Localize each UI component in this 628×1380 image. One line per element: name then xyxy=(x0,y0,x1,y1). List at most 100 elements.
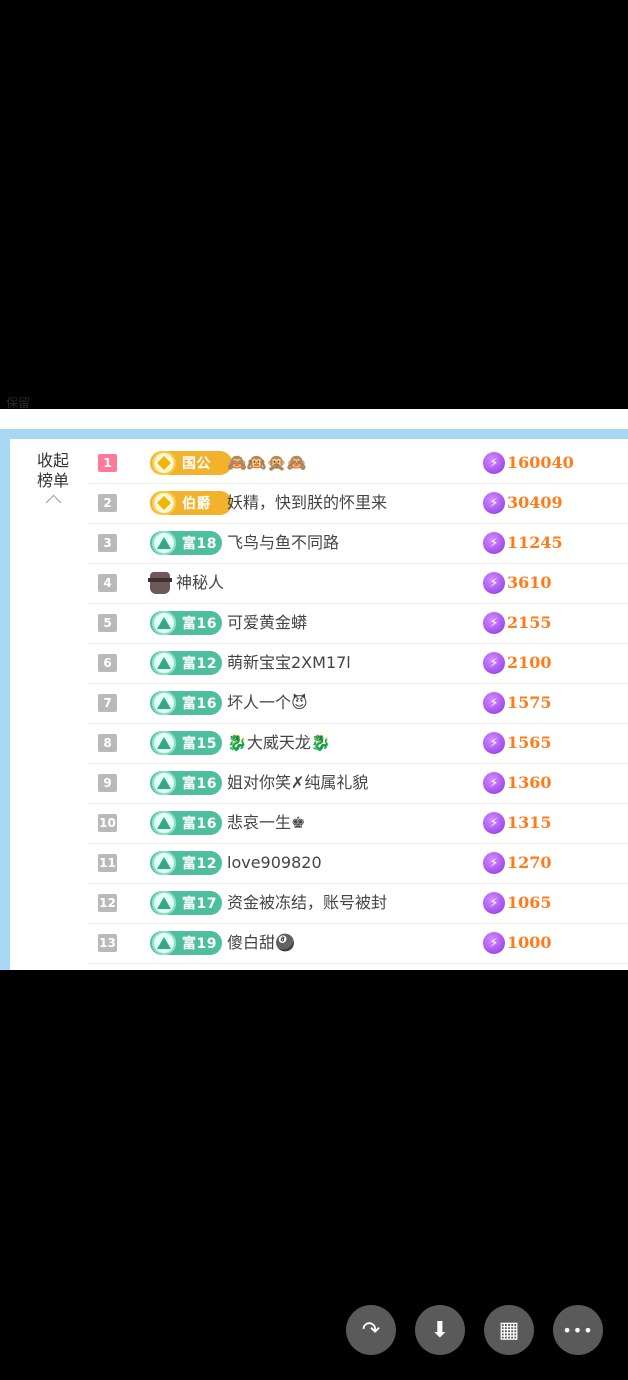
leaderboard-row[interactable]: 1 国公 🙈🙉🙊🙈 160040 xyxy=(88,443,628,484)
collapse-label-line1: 收起 xyxy=(36,451,69,470)
user-name: 坏人一个😈 xyxy=(227,693,308,712)
leaderboard-row[interactable]: 2 伯爵妖精，快到朕的怀里来 30409 xyxy=(88,483,628,524)
rank-badge: 12 xyxy=(98,894,117,912)
level-badge: 富16 xyxy=(150,771,222,795)
level-badge: 富12 xyxy=(150,851,222,875)
level-badge-label: 富17 xyxy=(182,896,217,912)
level-badge-label: 富16 xyxy=(182,616,217,632)
level-badge-label: 富16 xyxy=(182,696,217,712)
score-value: 1360 xyxy=(507,773,552,792)
level-badge: 富16 xyxy=(150,811,222,835)
user-name: 神秘人 xyxy=(176,573,225,592)
leaderboard-row[interactable]: 9 富16 姐对你笑✗纯属礼貌 1360 xyxy=(88,763,628,804)
level-badge: 富12 xyxy=(150,651,222,675)
rank-badge: 5 xyxy=(98,614,117,632)
score-value: 2155 xyxy=(507,613,552,632)
triangle-icon xyxy=(152,891,176,915)
level-badge-label: 富16 xyxy=(182,816,217,832)
diamond-icon xyxy=(152,491,176,515)
rank-badge: 13 xyxy=(98,934,117,952)
energy-icon xyxy=(483,612,505,634)
grid-button[interactable]: ▦ xyxy=(484,1305,534,1355)
level-badge-label: 富16 xyxy=(182,776,217,792)
triangle-icon xyxy=(152,531,176,555)
user-name: 傻白甜🎱 xyxy=(227,933,295,952)
score-value: 1000 xyxy=(507,933,552,952)
level-badge-label: 国公 xyxy=(182,456,211,472)
level-badge: 富17 xyxy=(150,891,222,915)
share-icon: ↷ xyxy=(361,1317,381,1343)
rank-badge: 2 xyxy=(98,494,117,512)
score-value: 30409 xyxy=(507,493,563,512)
energy-icon xyxy=(483,492,505,514)
panel-top-border xyxy=(0,429,628,439)
leaderboard-panel: 收起 榜单 1 国公 🙈🙉🙊🙈 160040 2 伯爵妖精，快到朕的怀里来 30409 3 富1… xyxy=(0,409,628,970)
user-name: 🐉大威天龙🐉 xyxy=(227,733,331,752)
rank-badge: 1 xyxy=(98,454,117,472)
level-badge: 富16 xyxy=(150,611,222,635)
level-badge-label: 富18 xyxy=(182,536,217,552)
level-badge-label: 富19 xyxy=(182,936,217,952)
energy-icon xyxy=(483,732,505,754)
leaderboard-row[interactable]: 4 神秘人 3610 xyxy=(88,563,628,604)
score-value: 1565 xyxy=(507,733,552,752)
energy-icon xyxy=(483,692,505,714)
rank-badge: 9 xyxy=(98,774,117,792)
triangle-icon xyxy=(152,611,176,635)
triangle-icon xyxy=(152,931,176,955)
score-value: 2100 xyxy=(507,653,552,672)
score-value: 160040 xyxy=(507,453,574,472)
level-badge: 伯爵 xyxy=(150,491,232,515)
more-button[interactable]: ••• xyxy=(553,1305,603,1355)
mystery-user-icon xyxy=(148,572,172,594)
leaderboard-row[interactable]: 12 富17 资金被冻结，账号被封 1065 xyxy=(88,883,628,924)
leaderboard-row[interactable]: 7 富16 坏人一个😈 1575 xyxy=(88,683,628,724)
leaderboard-row[interactable]: 8 富15 🐉大威天龙🐉 1565 xyxy=(88,723,628,764)
rank-badge: 6 xyxy=(98,654,117,672)
triangle-icon xyxy=(152,811,176,835)
leaderboard-row[interactable]: 10 富16 悲哀一生♚ 1315 xyxy=(88,803,628,844)
score-value: 1575 xyxy=(507,693,552,712)
more-icon: ••• xyxy=(562,1320,594,1340)
share-button[interactable]: ↷ xyxy=(346,1305,396,1355)
energy-icon xyxy=(483,932,505,954)
user-name: 资金被冻结，账号被封 xyxy=(227,893,388,912)
energy-icon xyxy=(483,532,505,554)
leaderboard-row[interactable]: 13 富19 傻白甜🎱 1000 xyxy=(88,923,628,964)
leaderboard-row[interactable]: 6 富12 萌新宝宝2XM17l 2100 xyxy=(88,643,628,684)
score-value: 1065 xyxy=(507,893,552,912)
triangle-icon xyxy=(152,731,176,755)
user-name: 可爱黄金蟒 xyxy=(227,613,308,632)
level-badge: 富15 xyxy=(150,731,222,755)
leaderboard-row[interactable]: 5 富16 可爱黄金蟒 2155 xyxy=(88,603,628,644)
triangle-icon xyxy=(152,651,176,675)
leaderboard-row[interactable]: 3 富18 飞鸟与鱼不同路 11245 xyxy=(88,523,628,564)
energy-icon xyxy=(483,852,505,874)
score-value: 3610 xyxy=(507,573,552,592)
score-value: 1315 xyxy=(507,813,552,832)
user-name: 🙈🙉🙊🙈 xyxy=(227,453,307,472)
top-peek-bar: 保留 xyxy=(0,394,628,410)
rank-badge: 11 xyxy=(98,854,117,872)
rank-badge: 4 xyxy=(98,574,117,592)
triangle-icon xyxy=(152,771,176,795)
level-badge-label: 富15 xyxy=(182,736,217,752)
level-badge: 国公 xyxy=(150,451,232,475)
level-badge-label: 伯爵 xyxy=(182,496,211,512)
download-button[interactable]: ⬇ xyxy=(415,1305,465,1355)
user-name: 飞鸟与鱼不同路 xyxy=(227,533,340,552)
rank-badge: 3 xyxy=(98,534,117,552)
energy-icon xyxy=(483,772,505,794)
score-value: 11245 xyxy=(507,533,563,552)
collapse-leaderboard-button[interactable]: 收起 榜单 xyxy=(26,451,80,511)
level-badge: 富19 xyxy=(150,931,222,955)
energy-icon xyxy=(483,892,505,914)
leaderboard-row[interactable]: 11 富12 love909820 1270 xyxy=(88,843,628,884)
grid-icon: ▦ xyxy=(498,1317,520,1343)
rank-badge: 7 xyxy=(98,694,117,712)
energy-icon xyxy=(483,452,505,474)
diamond-icon xyxy=(152,451,176,475)
download-icon: ⬇ xyxy=(430,1317,450,1343)
user-name: 萌新宝宝2XM17l xyxy=(227,653,351,672)
collapse-label-line2: 榜单 xyxy=(36,471,69,490)
